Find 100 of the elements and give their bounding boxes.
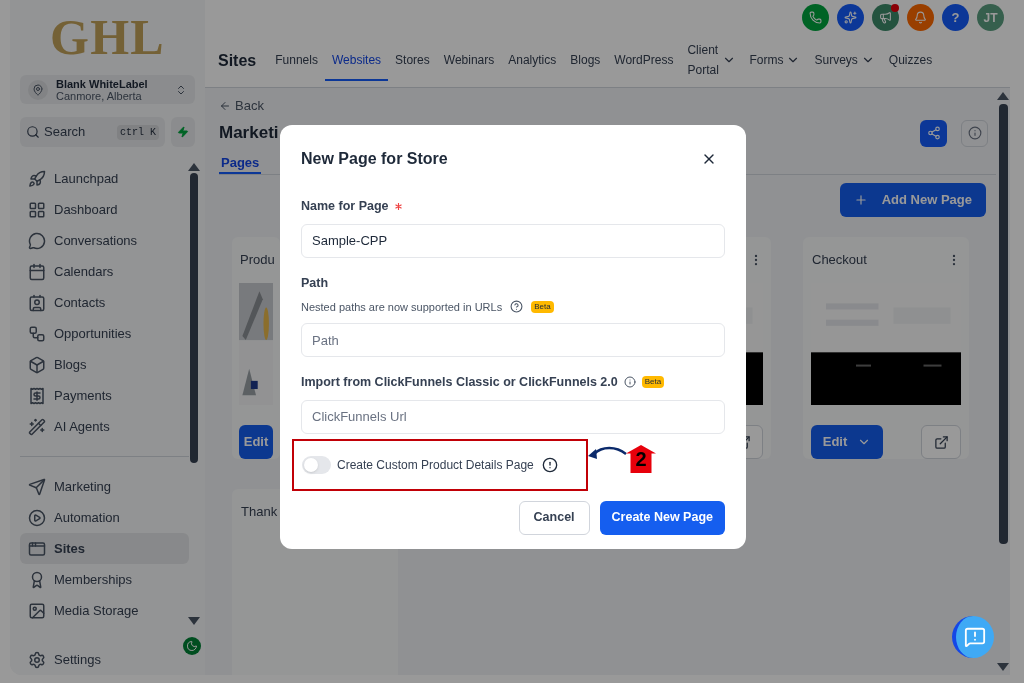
share-button[interactable]	[920, 119, 947, 147]
nav-label: Blogs	[54, 355, 87, 374]
toggle-label: Create Custom Product Details Page	[337, 456, 534, 474]
sidebar-item[interactable]: Payments	[20, 380, 189, 411]
nav-icon	[28, 262, 46, 281]
nav-tab[interactable]: Client Portal	[680, 41, 743, 81]
create-button[interactable]: Create New Page	[599, 500, 725, 535]
nav-icon	[28, 200, 46, 219]
phone-button[interactable]	[802, 4, 829, 31]
location-pin-icon	[32, 83, 44, 96]
nav-tab[interactable]: Funnels	[268, 41, 325, 81]
plus-icon	[853, 193, 868, 207]
search-placeholder: Search	[44, 123, 87, 142]
sidebar-item[interactable]: Calendars	[20, 256, 189, 287]
text-field[interactable]: ClickFunnels Url	[301, 399, 725, 434]
quick-action-button[interactable]	[171, 117, 195, 147]
nav-label: Dashboard	[54, 200, 118, 219]
nav-icon	[28, 508, 46, 527]
phone-icon	[809, 11, 822, 24]
chevron-icon	[175, 83, 187, 96]
nav-label: Conversations	[54, 231, 138, 250]
text-field[interactable]: Sample-CPP	[301, 223, 725, 258]
back-arrow-icon	[219, 99, 231, 112]
sidebar-item[interactable]: Contacts	[20, 287, 189, 318]
megaphone-button[interactable]	[872, 4, 899, 31]
nav-icon	[28, 417, 46, 436]
bell-button[interactable]	[907, 4, 934, 31]
nav-tab[interactable]: Websites	[324, 41, 389, 81]
theme-icon[interactable]	[183, 637, 201, 655]
nav-label: Payments	[54, 386, 112, 405]
info-button[interactable]	[961, 119, 988, 147]
card-title: Thank	[241, 503, 278, 522]
nav-tab[interactable]: Analytics	[501, 41, 564, 81]
search-field[interactable]: Search ctrl K	[20, 117, 165, 147]
megaphone-icon	[879, 11, 892, 24]
sparkle-icon	[844, 11, 857, 24]
nav-icon	[28, 601, 46, 620]
field-hint: Nested paths are now supported in URLs	[301, 299, 503, 315]
help-button[interactable]: ?	[942, 4, 969, 31]
account-location: Canmore, Alberta	[56, 89, 143, 102]
sidebar-item[interactable]: Conversations	[20, 225, 189, 256]
nav-tab[interactable]: Stores	[388, 41, 437, 81]
nav-icon	[28, 293, 46, 312]
sidebar-item[interactable]: Marketing	[20, 471, 189, 502]
sidebar-item[interactable]: AI Agents	[20, 411, 189, 442]
text-field[interactable]: Path	[301, 323, 725, 357]
nav-tab[interactable]: Surveys	[807, 41, 882, 81]
nav-icon	[28, 324, 46, 343]
sidebar-item[interactable]: Media Storage	[20, 595, 189, 626]
search-icon	[26, 125, 40, 139]
cancel-button[interactable]: Cancel	[518, 500, 590, 535]
sidebar-item[interactable]: Opportunities	[20, 318, 189, 349]
nav-tab[interactable]: Forms	[742, 41, 808, 81]
add-page-button[interactable]: Add New Page	[839, 183, 986, 217]
bell-icon	[914, 11, 927, 24]
edit-button[interactable]: Edit	[239, 425, 273, 459]
info-icon	[623, 376, 636, 389]
beta-badge: Beta	[531, 300, 554, 313]
nav-icon	[28, 231, 46, 250]
sidebar-item[interactable]: Blogs	[20, 349, 189, 380]
nav-label: Settings	[54, 650, 101, 669]
beta-badge: Beta	[641, 376, 665, 389]
chat-alert-icon	[964, 626, 986, 648]
nav-label: Automation	[54, 508, 120, 527]
sparkle-button[interactable]	[837, 4, 864, 31]
nav-label: AI Agents	[54, 417, 110, 436]
nav-icon	[28, 477, 46, 496]
card-title: Checkout	[812, 251, 867, 270]
sidebar-item[interactable]: Settings	[20, 644, 189, 675]
nav-tab[interactable]: Quizzes	[881, 41, 940, 81]
nav-tab[interactable]: Blogs	[563, 41, 608, 81]
toggle-switch[interactable]	[302, 455, 331, 474]
page-tab[interactable]: Pages	[219, 152, 262, 174]
share-icon	[926, 126, 941, 140]
edit-button[interactable]: Edit	[811, 425, 883, 459]
page-title: Marketi	[219, 122, 279, 145]
alert-icon	[541, 456, 558, 473]
card-title: Produ	[240, 251, 275, 270]
nav-tab[interactable]: WordPress	[607, 41, 681, 81]
open-link-button[interactable]	[921, 425, 961, 459]
sidebar-item[interactable]: Dashboard	[20, 194, 189, 225]
nav-label: Media Storage	[54, 601, 139, 620]
dialog-title: New Page for Store	[301, 149, 448, 169]
account-switcher[interactable]: Blank WhiteLabel Canmore, Alberta	[20, 75, 195, 104]
sidebar-item[interactable]: Automation	[20, 502, 189, 533]
nav-icon	[28, 355, 46, 374]
back-link[interactable]: Back	[219, 96, 264, 116]
sidebar-item[interactable]: Sites	[20, 533, 189, 564]
nav-icon	[28, 386, 46, 405]
external-link-icon	[933, 434, 949, 450]
nav-label: Launchpad	[54, 169, 119, 188]
lightning-icon	[177, 126, 189, 138]
help-icon	[510, 300, 524, 314]
nav-icon	[28, 169, 46, 188]
sidebar-item[interactable]: Memberships	[20, 564, 189, 595]
nav-label: Sites	[54, 539, 86, 558]
shortcut-key: ctrl K	[117, 124, 159, 140]
nav-tab[interactable]: Webinars	[436, 41, 502, 81]
sidebar-item[interactable]: Launchpad	[20, 163, 189, 194]
nav-label: Contacts	[54, 293, 106, 312]
